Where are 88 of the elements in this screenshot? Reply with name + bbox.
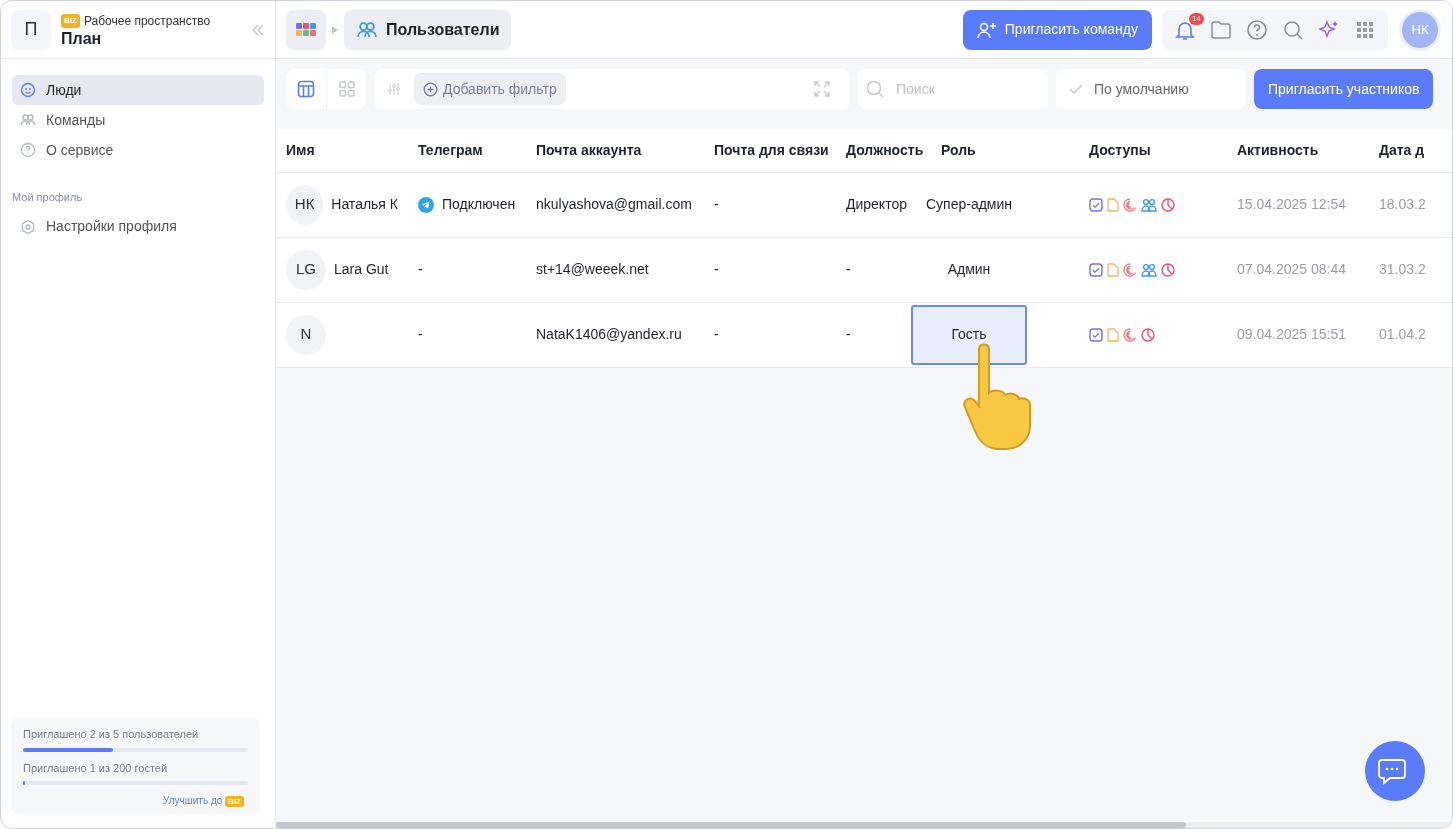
sidebar-item[interactable]: Люди	[12, 75, 264, 105]
user-avatar: LG	[286, 249, 326, 290]
workspace-label: Рабочее пространство	[83, 12, 211, 30]
table-cell: -	[704, 237, 836, 302]
team-icon	[1141, 197, 1157, 212]
column-header: Доступы	[1079, 129, 1227, 172]
breadcrumb-tab[interactable]: Пользователи	[344, 9, 512, 50]
column-header: Имя	[276, 129, 408, 172]
checkbox-icon	[1089, 197, 1103, 212]
settings-icon	[20, 218, 36, 235]
section-title: Мой профиль	[12, 190, 84, 205]
notification-count: 14	[1189, 12, 1204, 25]
sort-dropdown[interactable]: По умолчанию	[1056, 69, 1246, 109]
invite-team-button[interactable]: Пригласить команду	[962, 9, 1152, 50]
user-avatar: N	[286, 314, 326, 355]
table-cell: -	[704, 172, 836, 237]
search-field[interactable]: Поиск	[858, 69, 1048, 109]
apps-icon	[296, 23, 316, 36]
caret-icon	[332, 25, 338, 34]
column-header: Почта аккаунта	[526, 129, 704, 172]
swirl-icon	[1123, 327, 1137, 342]
add-user-icon	[976, 20, 997, 39]
folder-icon	[1210, 18, 1232, 41]
telegram-status: Подключен	[442, 195, 516, 214]
table-cell: st+14@weeek.net	[526, 237, 704, 302]
plus-circle-icon	[423, 81, 438, 97]
user-name: Наталья К	[331, 195, 398, 214]
telegram-status: -	[418, 326, 423, 342]
table-cell: 01.04.2	[1369, 302, 1452, 367]
sidebar-item[interactable]: Команды	[12, 105, 264, 135]
user-name: Lara Gut	[334, 260, 389, 279]
table-cell: 07.04.2025 08:44	[1227, 237, 1369, 302]
table-cell: 09.04.2025 15:51	[1227, 302, 1369, 367]
workspace-logo: П	[11, 9, 51, 50]
table-cell: -	[704, 302, 836, 367]
pie-chart-icon	[1161, 197, 1175, 212]
expand-icon	[814, 81, 830, 97]
team-icon	[20, 112, 36, 128]
plan-badge: BIZ	[225, 796, 244, 807]
checkbox-icon	[1089, 262, 1103, 277]
limit-text: Приглашено 1 из 200 гостей	[23, 760, 169, 776]
document-icon	[1107, 262, 1119, 277]
table-cell: -	[836, 237, 931, 302]
apps-button[interactable]	[286, 9, 326, 50]
table-cell: 18.03.2	[1369, 172, 1452, 237]
scrollbar-thumb[interactable]	[276, 822, 1186, 828]
role-cell[interactable]: Гость	[911, 304, 1027, 365]
limit-text: Приглашено 2 из 5 пользователей	[23, 727, 200, 742]
column-header: Почта для связи	[704, 129, 836, 172]
scrollbar[interactable]	[276, 822, 1452, 828]
column-header: Роль	[931, 129, 1079, 172]
sidebar-item[interactable]: О сервисе	[12, 135, 264, 165]
column-header: Активность	[1227, 129, 1369, 172]
table-icon	[297, 80, 315, 98]
column-header: Дата д	[1369, 129, 1452, 172]
swirl-icon	[1123, 262, 1137, 277]
pie-chart-icon	[1161, 262, 1175, 277]
document-icon	[1107, 327, 1119, 342]
role-cell[interactable]: Супер-админ	[911, 174, 1027, 235]
telegram-status: -	[418, 261, 423, 277]
upgrade-link[interactable]: Улучшить до	[163, 795, 223, 806]
help-icon	[1246, 18, 1268, 41]
invite-members-button[interactable]: Пригласить участников	[1254, 69, 1434, 109]
collapse-icon[interactable]	[251, 22, 265, 37]
sidebar-item[interactable]: Настройки профиля	[12, 211, 264, 242]
pie-chart-icon	[1141, 327, 1155, 342]
help-icon	[20, 142, 36, 158]
table-cell: NataK1406@yandex.ru	[526, 302, 704, 367]
checkbox-icon	[1089, 327, 1103, 342]
search-input[interactable]: Поиск	[894, 77, 1034, 101]
table-cell: 31.03.2	[1369, 237, 1452, 302]
workspace-name[interactable]: План	[61, 29, 241, 48]
team-icon	[1141, 262, 1157, 277]
search-icon	[1282, 18, 1304, 41]
grid-icon	[337, 80, 356, 98]
chat-button[interactable]	[1365, 741, 1425, 801]
user-avatar: НК	[286, 184, 324, 225]
search-icon	[866, 80, 884, 98]
plan-badge: BIZ	[61, 13, 80, 28]
table-cell: 15.04.2025 12:54	[1227, 172, 1369, 237]
check-icon	[1068, 83, 1084, 95]
swirl-icon	[1123, 197, 1137, 212]
column-header: Должность	[836, 129, 931, 172]
telegram-icon	[418, 196, 434, 213]
table-cell: nkulyashova@gmail.com	[526, 172, 704, 237]
smile-icon	[20, 82, 36, 98]
document-icon	[1107, 197, 1119, 212]
column-header: Телеграм	[408, 129, 526, 172]
